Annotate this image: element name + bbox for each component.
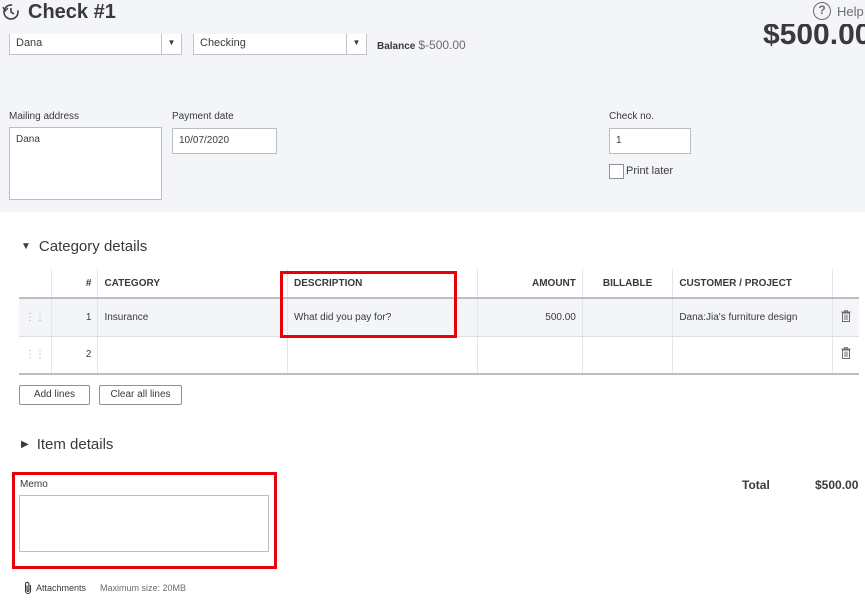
delete-column-header	[831, 269, 859, 299]
customer-project-cell[interactable]	[672, 336, 833, 375]
payment-date-field[interactable]: 10/07/2020	[172, 128, 277, 154]
amount-cell[interactable]: 500.00	[476, 298, 583, 337]
help-button[interactable]: ? Help	[813, 2, 864, 20]
print-later-checkbox[interactable]	[609, 164, 624, 179]
balance: Balance $-500.00	[377, 38, 466, 52]
description-highlight-box	[280, 271, 457, 338]
mailing-address-field[interactable]: Dana	[9, 127, 162, 200]
payee-select[interactable]: Dana ▼	[9, 34, 182, 55]
trash-icon[interactable]	[831, 298, 859, 337]
print-later-label[interactable]: Print later	[626, 165, 673, 177]
item-details-title: Item details	[36, 436, 114, 453]
attachments-link[interactable]: Attachments	[36, 583, 86, 593]
mailing-address-label: Mailing address	[9, 111, 80, 122]
row-number: 2	[50, 336, 98, 375]
category-cell[interactable]: Insurance	[97, 298, 288, 337]
drag-handle-icon[interactable]: ⋮⋮	[19, 336, 52, 375]
column-header-number: #	[50, 269, 98, 299]
attachments-row: Attachments Maximum size: 20MB	[23, 581, 186, 595]
balance-label: Balance	[377, 41, 416, 52]
help-label: Help	[837, 3, 864, 19]
account-select[interactable]: Checking ▼	[193, 34, 367, 55]
paperclip-icon	[24, 581, 32, 595]
check-no-field[interactable]: 1	[609, 128, 691, 154]
category-details-toggle[interactable]: ▼ Category details	[21, 238, 147, 255]
memo-highlight-box	[12, 472, 277, 569]
column-header-customer-project: CUSTOMER / PROJECT	[672, 269, 833, 299]
drag-handle-icon[interactable]: ⋮⋮	[19, 298, 52, 337]
amount-display: $500.00	[763, 24, 865, 46]
amount-cell[interactable]	[476, 336, 583, 375]
payee-value: Dana	[16, 37, 43, 49]
chevron-down-icon[interactable]: ▼	[346, 34, 366, 54]
payment-date-label: Payment date	[172, 111, 234, 122]
caret-down-icon: ▼	[21, 241, 31, 252]
drag-column-header	[19, 269, 52, 299]
add-lines-button[interactable]: Add lines	[19, 385, 90, 405]
total-label: Total	[742, 478, 770, 492]
column-header-billable: BILLABLE	[581, 269, 673, 299]
recent-transactions-icon[interactable]	[2, 3, 20, 21]
billable-cell[interactable]	[581, 336, 673, 375]
column-header-amount: AMOUNT	[476, 269, 583, 299]
column-header-category: CATEGORY	[97, 269, 288, 299]
customer-project-cell[interactable]: Dana:Jia's furniture design	[672, 298, 833, 337]
category-cell[interactable]	[97, 336, 288, 375]
trash-icon[interactable]	[831, 336, 859, 375]
page-title: Check #1	[28, 1, 116, 23]
chevron-down-icon[interactable]: ▼	[161, 34, 181, 54]
account-value: Checking	[200, 37, 246, 49]
billable-cell[interactable]	[581, 298, 673, 337]
description-cell[interactable]	[287, 336, 478, 375]
balance-value: $-500.00	[418, 38, 466, 52]
attachments-max-size: Maximum size: 20MB	[100, 583, 187, 593]
caret-right-icon: ▶	[21, 439, 29, 450]
row-number: 1	[50, 298, 98, 337]
help-icon: ?	[813, 2, 831, 20]
table-row[interactable]: ⋮⋮ 2	[19, 336, 859, 375]
clear-all-lines-button[interactable]: Clear all lines	[99, 385, 182, 405]
check-no-label: Check no.	[609, 111, 655, 122]
category-details-title: Category details	[38, 238, 148, 255]
item-details-toggle[interactable]: ▶ Item details	[21, 436, 113, 453]
total-value: $500.00	[815, 478, 859, 492]
